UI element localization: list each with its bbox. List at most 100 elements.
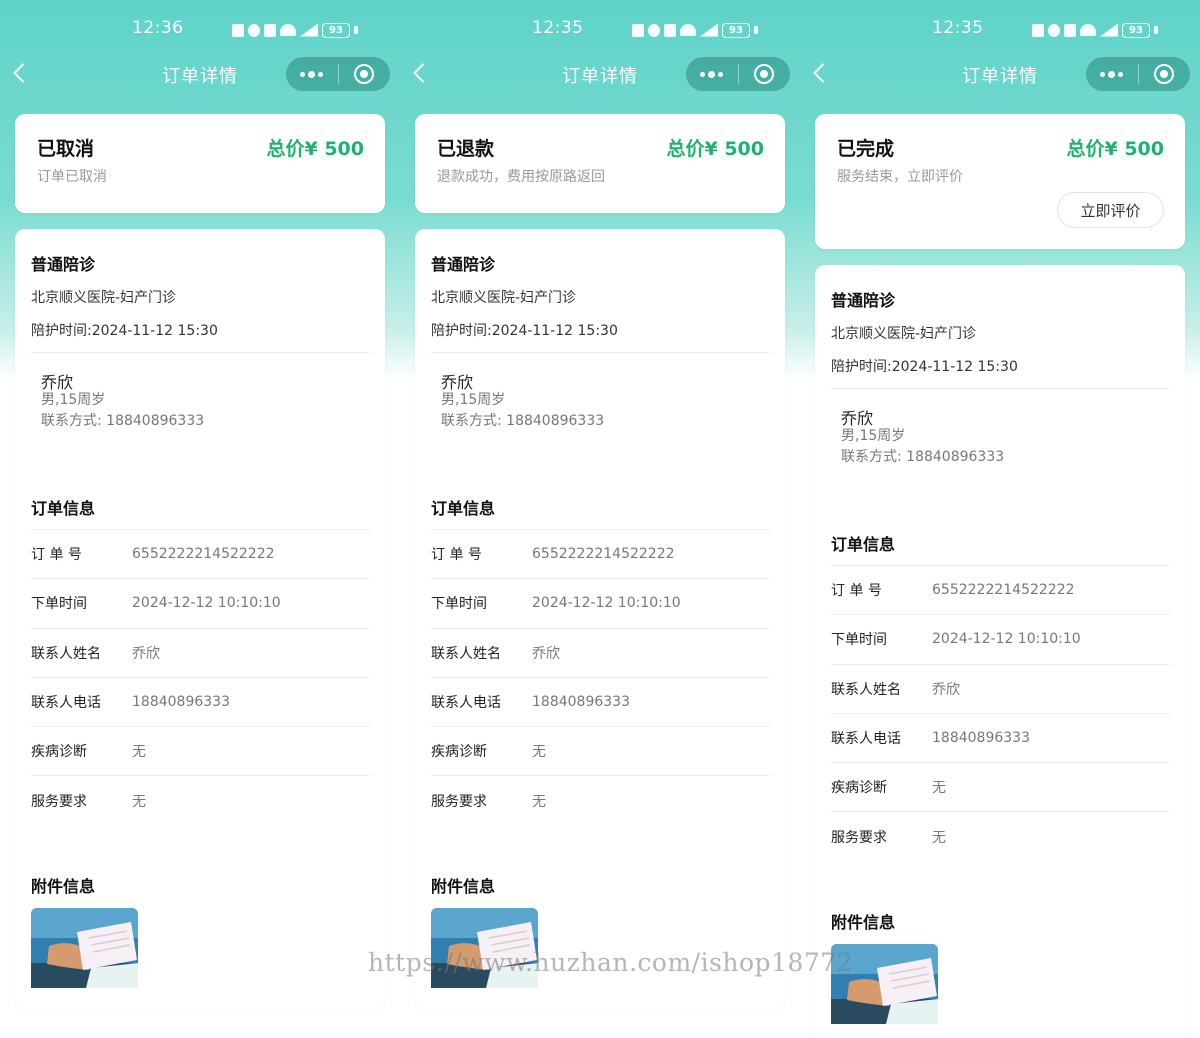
bluetooth-icon — [1064, 23, 1076, 37]
mini-program-capsule — [685, 56, 791, 92]
info-label: 联系人姓名 — [31, 645, 101, 662]
info-label: 联系人姓名 — [431, 645, 501, 662]
info-value: 18840896333 — [132, 694, 230, 711]
service-card: 普通陪诊 北京顺义医院-妇产门诊 陪护时间:2024-11-12 15:30 乔… — [415, 229, 785, 1009]
order-total: 总价¥ 500 — [666, 138, 765, 160]
info-label: 下单时间 — [431, 596, 487, 613]
close-button[interactable] — [1138, 56, 1190, 92]
info-row: 下单时间 2024-12-12 10:10:10 — [31, 578, 370, 627]
battery-icon: 93 — [722, 22, 750, 38]
order-info-table: 订 单 号 6552222214522222 下单时间 2024-12-12 10:… — [31, 529, 370, 825]
service-title: 普通陪诊 — [431, 255, 496, 274]
info-row: 联系人姓名 乔欣 — [431, 627, 770, 677]
phone-screen-cancelled: 12:36 93 订单详情 已取消 总价¥ 500 订单已取消 普通陪诊 北京顺… — [0, 0, 400, 1038]
more-button[interactable] — [1086, 56, 1138, 92]
info-value: 18840896333 — [532, 694, 630, 711]
info-value: 无 — [932, 780, 946, 797]
status-bar: 12:36 93 — [0, 18, 400, 42]
info-row: 订 单 号 6552222214522222 — [831, 565, 1170, 614]
bluetooth-icon — [264, 23, 276, 37]
more-dot-icon — [1100, 71, 1106, 77]
service-card: 普通陪诊 北京顺义医院-妇产门诊 陪护时间:2024-11-12 15:30 乔… — [15, 229, 385, 1009]
more-dot-icon — [700, 71, 706, 77]
info-value: 乔欣 — [932, 681, 960, 698]
rate-now-button[interactable]: 立即评价 — [1057, 192, 1164, 228]
info-value: 2024-12-12 10:10:10 — [932, 631, 1081, 648]
bluetooth-icon — [664, 23, 676, 37]
info-label: 订 单 号 — [31, 547, 82, 564]
info-row: 下单时间 2024-12-12 10:10:10 — [431, 578, 770, 627]
nav-bar: 订单详情 — [800, 54, 1200, 96]
more-dot-icon — [318, 71, 324, 77]
info-label: 服务要求 — [431, 793, 487, 810]
battery-tip-icon — [754, 26, 758, 34]
wifi-icon — [1080, 24, 1096, 36]
info-label: 联系人电话 — [431, 695, 501, 712]
attachments-title: 附件信息 — [831, 913, 896, 932]
alarm-icon — [1048, 23, 1060, 37]
service-title: 普通陪诊 — [831, 291, 896, 310]
hospital-name: 北京顺义医院-妇产门诊 — [31, 290, 177, 306]
patient-contact: 联系方式: 18840896333 — [41, 413, 205, 429]
info-value: 无 — [532, 744, 546, 761]
target-icon — [354, 64, 375, 84]
info-row: 联系人电话 18840896333 — [831, 712, 1170, 762]
more-button[interactable] — [286, 56, 338, 92]
info-label: 订 单 号 — [831, 583, 882, 600]
patient-meta: 男,15周岁 — [441, 392, 506, 408]
info-value: 6552222214522222 — [932, 582, 1075, 599]
target-icon — [1154, 64, 1175, 84]
attachment-photo-icon — [31, 908, 138, 988]
order-info-table: 订 单 号 6552222214522222 下单时间 2024-12-12 10:… — [431, 529, 770, 825]
info-value: 无 — [932, 829, 946, 846]
patient-contact: 联系方式: 18840896333 — [841, 449, 1005, 465]
info-label: 联系人姓名 — [831, 681, 901, 698]
patient-meta: 男,15周岁 — [41, 392, 106, 408]
order-status-desc: 订单已取消 — [37, 169, 107, 185]
escort-time: 陪护时间:2024-11-12 15:30 — [431, 323, 618, 339]
phone-screen-refunded: 12:35 93 订单详情 已退款 总价¥ 500 退款成功，费用按原路返回 普… — [400, 0, 800, 1038]
status-time: 12:35 — [532, 18, 584, 38]
battery-tip-icon — [1154, 26, 1158, 34]
more-dot-icon — [708, 70, 716, 78]
battery-icon: 93 — [322, 22, 350, 38]
divider — [431, 352, 770, 353]
order-info-title: 订单信息 — [31, 499, 96, 518]
status-time: 12:35 — [932, 18, 984, 38]
info-row: 联系人姓名 乔欣 — [831, 663, 1170, 713]
info-row: 联系人电话 18840896333 — [31, 676, 370, 726]
attachment-thumbnail[interactable] — [31, 908, 138, 988]
order-info-table: 订 单 号 6552222214522222 下单时间 2024-12-12 10:… — [831, 565, 1170, 861]
info-value: 18840896333 — [932, 730, 1030, 747]
more-button[interactable] — [686, 56, 738, 92]
info-value: 乔欣 — [132, 645, 160, 662]
info-label: 服务要求 — [31, 793, 87, 810]
hospital-name: 北京顺义医院-妇产门诊 — [431, 290, 577, 306]
close-button[interactable] — [338, 56, 390, 92]
info-label: 疾病诊断 — [31, 744, 87, 761]
nfc-icon — [632, 23, 644, 37]
nav-bar: 订单详情 — [0, 54, 400, 96]
more-dot-icon — [308, 70, 316, 78]
info-row: 下单时间 2024-12-12 10:10:10 — [831, 614, 1170, 663]
info-row: 服务要求 无 — [31, 775, 370, 824]
info-label: 疾病诊断 — [431, 744, 487, 761]
patient-contact: 联系方式: 18840896333 — [441, 413, 605, 429]
order-status-desc: 退款成功，费用按原路返回 — [437, 169, 605, 185]
info-row: 疾病诊断 无 — [31, 726, 370, 775]
patient-meta: 男,15周岁 — [841, 428, 906, 444]
close-button[interactable] — [738, 56, 790, 92]
divider — [31, 352, 370, 353]
hospital-name: 北京顺义医院-妇产门诊 — [831, 326, 977, 342]
info-label: 订 单 号 — [431, 547, 482, 564]
mini-program-capsule — [1085, 56, 1191, 92]
watermark-text: https://www.huzhan.com/ishop18772 — [368, 948, 854, 977]
info-label: 疾病诊断 — [831, 780, 887, 797]
alarm-icon — [248, 23, 260, 37]
info-label: 联系人电话 — [31, 695, 101, 712]
more-dot-icon — [1108, 70, 1116, 78]
battery-tip-icon — [354, 26, 358, 34]
info-value: 2024-12-12 10:10:10 — [132, 595, 281, 612]
info-row: 联系人电话 18840896333 — [431, 676, 770, 726]
order-total: 总价¥ 500 — [1066, 138, 1165, 160]
